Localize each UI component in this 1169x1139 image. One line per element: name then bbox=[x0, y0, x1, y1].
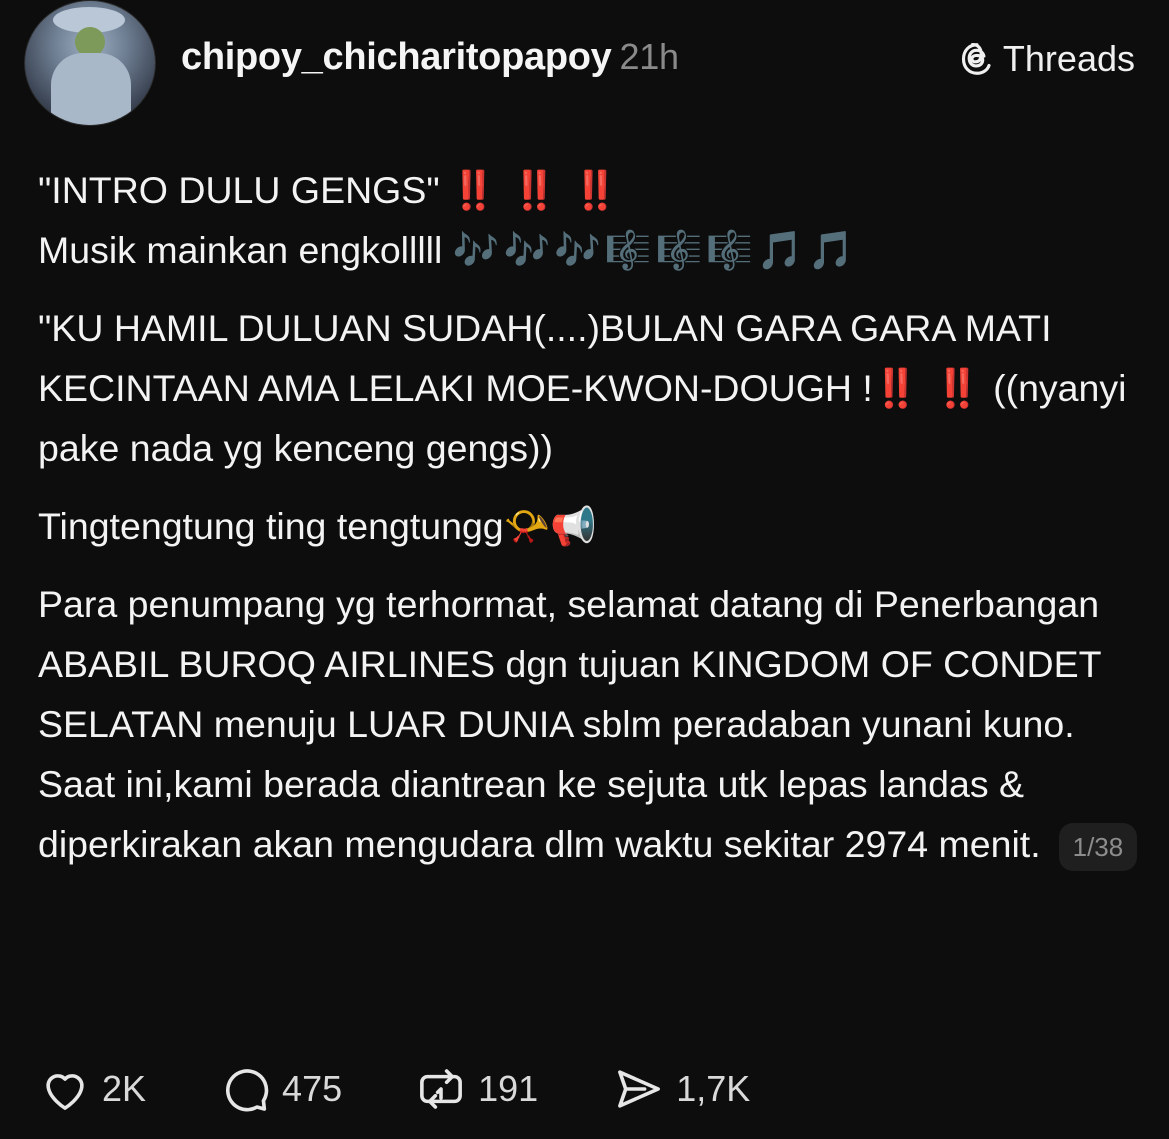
repost-count: 191 bbox=[478, 1068, 539, 1109]
share-icon bbox=[618, 1070, 661, 1108]
thread-counter-badge: 1/38 bbox=[1058, 823, 1138, 872]
post-header: chipoy_chicharitopapoy 21h bbox=[181, 36, 679, 79]
megaphone-emoji: 📯📢 bbox=[503, 505, 598, 547]
exclamation-emoji: ‼️ ‼️ bbox=[872, 367, 983, 409]
post-paragraph-welcome: Para penumpang yg terhormat, selamat dat… bbox=[38, 583, 1101, 745]
music-text: Musik mainkan engkolllll bbox=[38, 229, 443, 271]
repost-icon bbox=[420, 1069, 463, 1109]
post-time: 21h bbox=[619, 36, 679, 77]
music-notes-emoji: 🎶🎶🎶🎼🎼🎼🎵🎵 bbox=[452, 229, 859, 271]
avatar-dress bbox=[51, 53, 131, 125]
threads-brand[interactable]: Threads bbox=[959, 38, 1135, 80]
post-body: "INTRO DULU GENGS" ‼️ ‼️ ‼️ Musik mainka… bbox=[38, 160, 1148, 874]
comment-button[interactable]: 475 bbox=[218, 1062, 342, 1116]
share-button[interactable]: 1,7K bbox=[612, 1062, 750, 1116]
threads-logo-icon bbox=[961, 43, 991, 75]
like-button[interactable]: 2K bbox=[38, 1062, 146, 1116]
post-paragraph-tingtung: Tingtengtung ting tengtungg📯📢 bbox=[38, 496, 1148, 556]
action-bar: 2K 475 191 1,7K bbox=[38, 1062, 750, 1116]
intro-text: "INTRO DULU GENGS" bbox=[38, 169, 440, 211]
tingtung-text: Tingtengtung ting tengtungg bbox=[38, 505, 504, 547]
like-count: 2K bbox=[102, 1068, 147, 1109]
post-line-intro: "INTRO DULU GENGS" ‼️ ‼️ ‼️ bbox=[38, 160, 1148, 220]
heart-icon bbox=[46, 1074, 84, 1110]
exclamation-emoji: ‼️ ‼️ ‼️ bbox=[450, 169, 622, 211]
comment-icon bbox=[226, 1069, 269, 1112]
post-line-music: Musik mainkan engkolllll 🎶🎶🎶🎼🎼🎼🎵🎵 bbox=[38, 220, 1148, 280]
queue-text: Saat ini,kami berada diantrean ke sejuta… bbox=[38, 763, 1041, 865]
threads-label: Threads bbox=[1002, 38, 1135, 79]
avatar[interactable] bbox=[24, 0, 156, 126]
post-paragraph-song: "KU HAMIL DULUAN SUDAH(....)BULAN GARA G… bbox=[38, 298, 1148, 478]
share-count: 1,7K bbox=[676, 1068, 751, 1109]
post-paragraph-queue: Saat ini,kami berada diantrean ke sejuta… bbox=[38, 754, 1148, 874]
repost-button[interactable]: 191 bbox=[414, 1062, 538, 1116]
username[interactable]: chipoy_chicharitopapoy bbox=[181, 36, 612, 78]
comment-count: 475 bbox=[282, 1068, 343, 1109]
